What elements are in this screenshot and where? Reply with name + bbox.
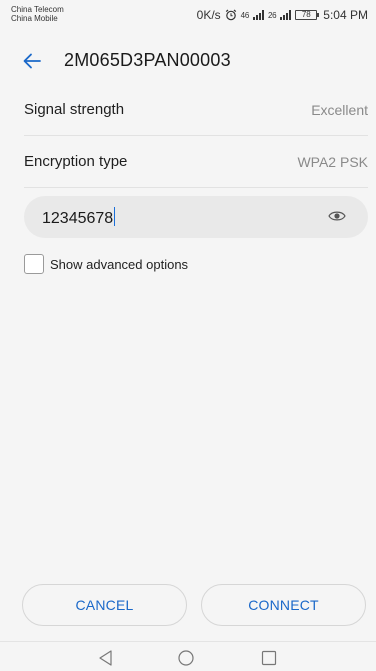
advanced-options-label: Show advanced options	[50, 256, 189, 272]
alarm-icon	[225, 9, 236, 21]
battery-level: 78	[295, 10, 318, 20]
status-icons: 0K/s 46 26 78 5:04 PM	[197, 8, 368, 22]
password-input[interactable]: 12345678	[42, 207, 116, 228]
encryption-type-label: Encryption type	[24, 153, 128, 170]
password-field[interactable]: 12345678	[24, 196, 368, 238]
signal-strength-label: Signal strength	[24, 101, 125, 118]
network-speed: 0K/s	[196, 8, 221, 22]
advanced-options-checkbox[interactable]	[24, 254, 44, 274]
circle-home-icon[interactable]	[177, 649, 195, 667]
clock: 5:04 PM	[323, 8, 368, 22]
app-bar: 2M065D3PAN00003	[0, 38, 376, 84]
triangle-back-icon[interactable]	[97, 649, 115, 667]
status-bar: China Telecom China Mobile 0K/s 46 26 78…	[0, 0, 376, 38]
cancel-button[interactable]: CANCEL	[22, 584, 187, 626]
navigation-bar	[0, 641, 376, 671]
encryption-type-row: Encryption type WPA2 PSK	[24, 136, 368, 188]
password-value: 12345678	[42, 210, 114, 227]
text-caret	[114, 207, 116, 226]
network-type-2: 26	[267, 10, 277, 20]
signal-strength-row: Signal strength Excellent	[24, 84, 368, 136]
connect-button[interactable]: CONNECT	[201, 584, 366, 626]
show-advanced-options[interactable]: Show advanced options	[24, 254, 188, 274]
page-title: 2M065D3PAN00003	[64, 50, 231, 70]
carrier-1: China Telecom	[11, 5, 64, 14]
eye-icon[interactable]	[328, 209, 346, 223]
battery-icon: 78	[295, 10, 320, 20]
arrow-left-icon[interactable]	[20, 49, 44, 73]
square-recent-icon[interactable]	[260, 649, 278, 667]
signal-strength-value: Excellent	[311, 101, 368, 118]
carrier-info: China Telecom China Mobile	[11, 5, 64, 23]
signal-1-icon	[252, 10, 264, 20]
encryption-type-value: WPA2 PSK	[297, 153, 368, 170]
signal-2-icon	[280, 10, 292, 20]
carrier-2: China Mobile	[11, 14, 58, 23]
network-type-1: 46	[240, 10, 250, 20]
